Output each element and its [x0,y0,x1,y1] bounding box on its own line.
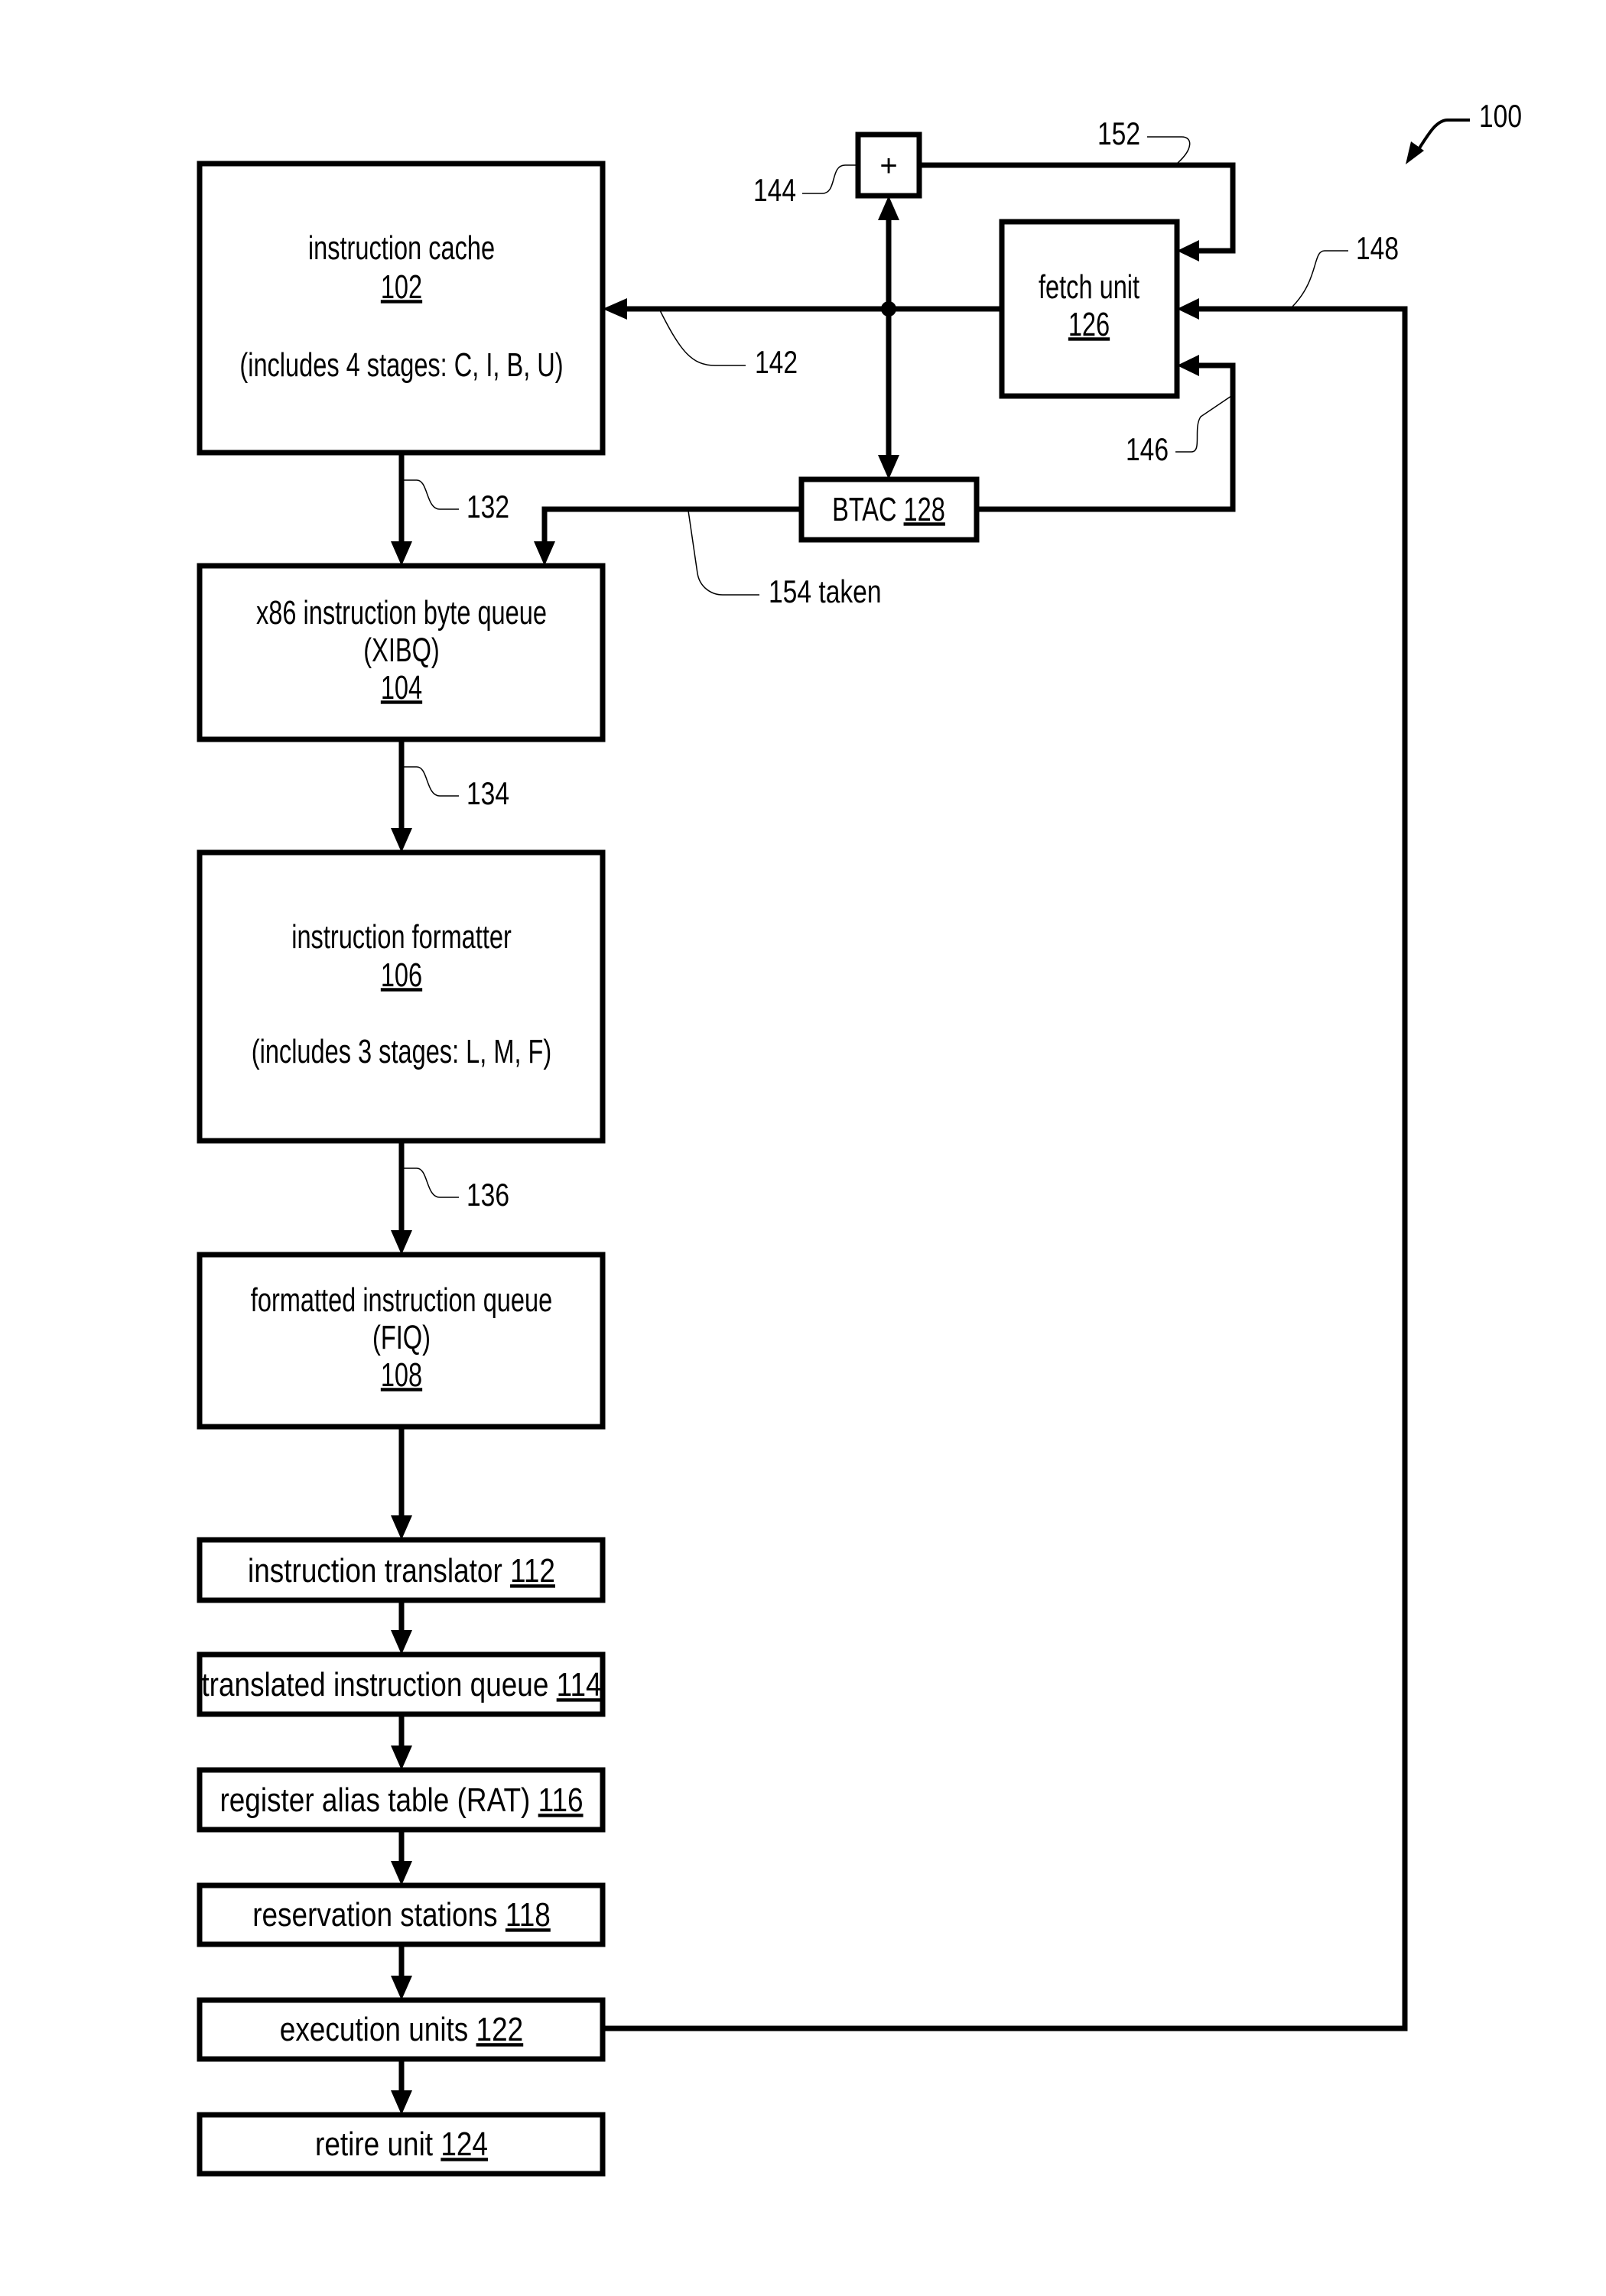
btac-ref: 128 [904,491,945,528]
instruction-formatter-name: instruction formatter [291,918,512,956]
rat-block[interactable]: register alias table (RAT) 116 [197,1767,606,1833]
leader-148 [1292,250,1348,307]
xibq-block[interactable]: x86 instruction byte queue (XIBQ) 104 [197,563,606,742]
instruction-formatter-note: (includes 3 stages: L, M, F) [252,1033,552,1070]
btac-name: BTAC [832,491,896,528]
rat-name: register alias table (RAT) [219,1781,530,1819]
svg-text:BTAC 128: BTAC 128 [832,491,945,528]
arrowhead-rs-eu [391,1976,412,2000]
label-152: 152 [1097,117,1140,152]
fiq-block[interactable]: formatted instruction queue (FIQ) 108 [197,1252,606,1430]
execution-units-block[interactable]: execution units 122 [197,1997,606,2062]
svg-text:instruction translator 112: instruction translator 112 [248,1551,555,1590]
arrowhead-148 [1177,298,1199,320]
leader-152 [1147,136,1191,164]
arrowhead-rat-rs [391,1861,412,1885]
instruction-formatter-ref: 106 [381,956,422,994]
instruction-translator-ref: 112 [510,1551,555,1590]
arrowhead-tiq-rat [391,1746,412,1770]
leader-136 [404,1167,459,1198]
label-148: 148 [1356,232,1399,267]
retire-unit-block[interactable]: retire unit 124 [197,2112,606,2177]
label-132: 132 [467,490,509,525]
figure-ref-arrow [1415,119,1470,154]
fiq-abbr: (FIQ) [372,1319,431,1356]
fetch-unit-block[interactable]: fetch unit 126 [999,219,1180,399]
arrowhead-142 [603,298,627,320]
arrowhead-to-adder [878,196,899,220]
fiq-ref: 108 [381,1356,422,1394]
figure-reference-label: 100 [1479,99,1522,135]
svg-text:translated instruction queue: translated instruction queue 114 [201,1665,601,1703]
leader-154 [688,510,759,596]
leader-146 [1175,395,1232,453]
leader-144 [802,164,858,194]
label-154-taken: 154 taken [769,575,882,610]
plus-icon: + [879,149,897,183]
fiq-name: formatted instruction queue [251,1281,552,1319]
arrowhead-eu-retire [391,2090,412,2115]
wire-154 [541,506,801,544]
arrowhead-134 [391,828,412,852]
leader-132 [404,479,459,510]
instruction-cache-note: (includes 4 stages: C, I, B, U) [239,346,563,384]
fetch-unit-name: fetch unit [1039,268,1139,306]
adder-block[interactable]: + [855,132,922,199]
arrowhead-136 [391,1230,412,1255]
svg-text:register alias table (RAT) 11: register alias table (RAT) 116 [219,1781,583,1819]
arrowhead-154 [534,541,555,566]
btac-block[interactable]: BTAC 128 [798,476,980,543]
translated-instruction-queue-block[interactable]: translated instruction queue 114 [197,1651,606,1717]
translated-instruction-queue-name: translated instruction queue [201,1665,548,1703]
execution-units-ref: 122 [476,2010,524,2048]
rat-ref: 116 [538,1781,584,1819]
xibq-name: x86 instruction byte queue [256,594,547,632]
instruction-translator-name: instruction translator [248,1551,502,1590]
arrowhead-fiq-translator [391,1515,412,1540]
execution-units-name: execution units [280,2010,469,2048]
instruction-cache-name: instruction cache [308,229,495,267]
wire-148 [603,306,1408,2031]
xibq-ref: 104 [381,669,422,706]
reservation-stations-name: reservation stations [252,1895,497,1934]
arrowhead-to-btac [878,455,899,479]
instruction-cache-ref: 102 [381,268,422,306]
svg-text:retire unit 124: retire unit 124 [315,2125,488,2163]
translated-instruction-queue-ref: 114 [557,1665,602,1703]
label-146: 146 [1126,433,1169,468]
arrowhead-146 [1177,355,1199,376]
retire-unit-ref: 124 [441,2125,488,2163]
label-136: 136 [467,1178,509,1213]
svg-text:execution units 122: execution units 122 [280,2010,523,2048]
label-144: 144 [753,174,796,209]
instruction-formatter-block[interactable]: instruction formatter 106 (includes 3 st… [197,849,606,1144]
instruction-translator-block[interactable]: instruction translator 112 [197,1537,606,1603]
svg-text:reservation stations 118: reservation stations 118 [252,1895,551,1934]
arrowhead-132 [391,541,412,566]
xibq-abbr: (XIBQ) [363,632,439,669]
leader-134 [404,766,459,797]
instruction-cache-block[interactable]: instruction cache 102 (includes 4 stages… [197,161,606,456]
label-142: 142 [755,346,798,381]
reservation-stations-ref: 118 [506,1895,551,1934]
microprocessor-pipeline-diagram: instruction cache 102 (includes 4 stages… [197,99,1522,2177]
leader-142 [659,310,746,366]
arrowhead-translator-tiq [391,1630,412,1655]
fetch-unit-ref: 126 [1068,306,1110,343]
label-134: 134 [467,777,509,812]
reservation-stations-block[interactable]: reservation stations 118 [197,1882,606,1947]
arrowhead-152 [1177,240,1199,261]
retire-unit-name: retire unit [315,2125,433,2163]
